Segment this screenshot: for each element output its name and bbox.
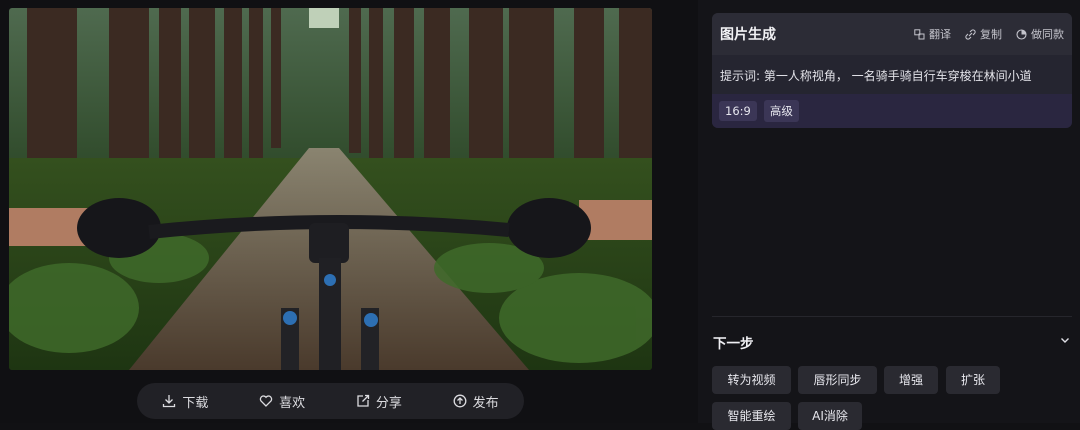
expand-button[interactable]: 扩张 [946,366,1000,394]
share-icon [357,394,370,407]
smart-repaint-button[interactable]: 智能重绘 [712,402,791,430]
ai-erase-button[interactable]: AI消除 [798,402,862,430]
share-button[interactable]: 分享 [356,392,402,411]
image-viewer: 下载 喜欢 分享 发布 [0,0,698,423]
copy-button[interactable]: 复制 [965,26,1002,42]
prompt-text: 提示词: 第一人称视角， 一名骑手骑自行车穿梭在林间小道 [720,69,1032,83]
prompt-card-header: 图片生成 翻译 复制 做同款 [712,13,1072,55]
publish-label: 发布 [472,395,499,411]
translate-label: 翻译 [929,28,951,41]
copy-icon [965,28,976,40]
download-label: 下载 [182,395,209,411]
download-button[interactable]: 下载 [162,392,208,411]
remix-icon [1016,28,1027,40]
enhance-button[interactable]: 增强 [884,366,938,394]
remix-label: 做同款 [1031,28,1064,41]
forest-bike-image [9,8,652,370]
like-label: 喜欢 [279,395,306,411]
card-title: 图片生成 [720,27,776,43]
copy-label: 复制 [980,28,1002,41]
translate-icon [914,28,925,39]
like-button[interactable]: 喜欢 [259,392,305,411]
prompt-card: 图片生成 翻译 复制 做同款 提示词: 第一人称视角， 一名骑手骑自行车穿梭在林… [712,13,1072,128]
publish-icon [453,394,467,408]
lip-sync-button[interactable]: 唇形同步 [798,366,877,394]
chevron-down-icon[interactable] [1058,333,1072,347]
card-tools: 翻译 复制 做同款 [914,26,1064,42]
download-icon [163,395,176,408]
to-video-button[interactable]: 转为视频 [712,366,791,394]
share-label: 分享 [375,395,402,411]
tag-row: 16:9 高级 [712,94,1072,128]
divider [712,316,1072,317]
quality-tag[interactable]: 高级 [763,100,799,122]
generated-image[interactable] [9,8,652,370]
image-action-bar: 下载 喜欢 分享 发布 [137,383,524,419]
next-step-title: 下一步 [713,336,754,352]
publish-button[interactable]: 发布 [453,392,499,411]
remix-button[interactable]: 做同款 [1016,26,1064,42]
translate-button[interactable]: 翻译 [914,26,951,42]
aspect-ratio-tag[interactable]: 16:9 [719,101,757,121]
side-panel: 图片生成 翻译 复制 做同款 提示词: 第一人称视角， 一名骑手骑自行车穿梭在林… [698,0,1080,430]
heart-icon [259,395,273,407]
